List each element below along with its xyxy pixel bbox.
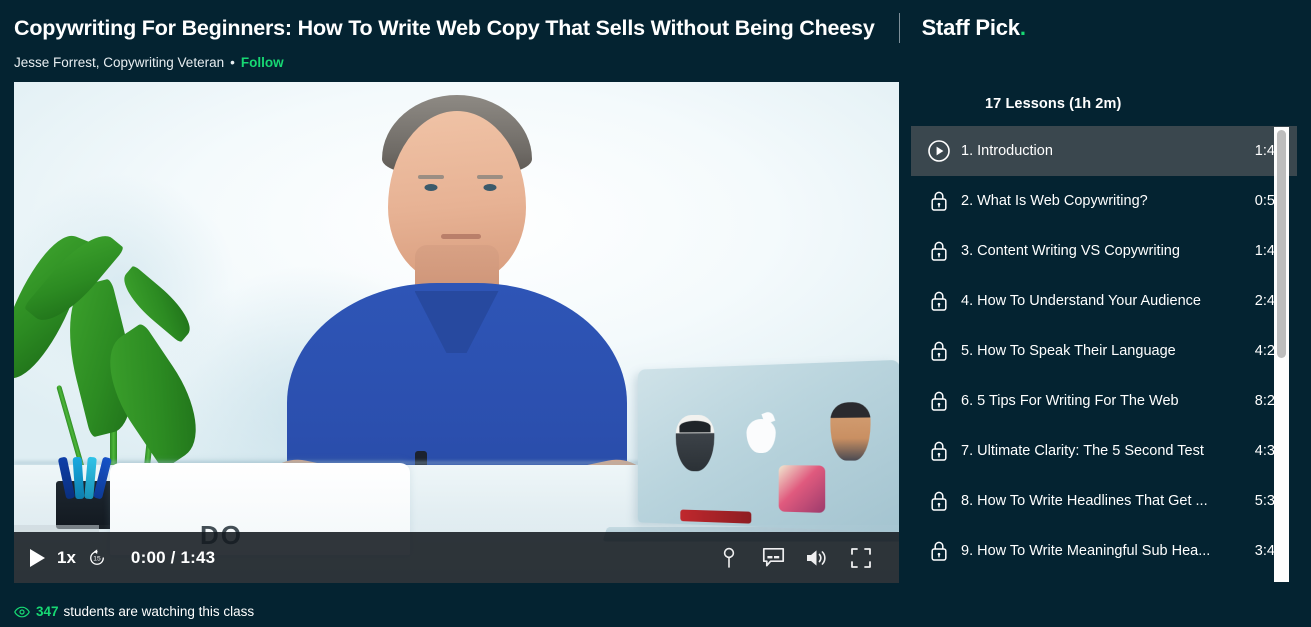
player-controls: 1x 15 0:00 / 1:43 [14, 532, 899, 583]
lock-icon [931, 241, 947, 261]
lesson-row[interactable]: 9. How To Write Meaningful Sub Hea... 3:… [911, 526, 1297, 576]
lesson-row[interactable]: 8. How To Write Headlines That Get ... 5… [911, 476, 1297, 526]
header-divider [898, 13, 900, 43]
main-content: DO 1x 15 0:00 / 1:43 [0, 82, 1311, 583]
lock-icon [931, 541, 947, 561]
apple-logo-icon [746, 419, 776, 454]
player-right-controls [717, 546, 873, 570]
lessons-scrollbar[interactable] [1274, 127, 1289, 582]
lesson-row[interactable]: 6. 5 Tips For Writing For The Web 8:26 [911, 376, 1297, 426]
lesson-row[interactable]: 5. How To Speak Their Language 4:27 [911, 326, 1297, 376]
timecode-display: 0:00 / 1:43 [130, 547, 216, 567]
follow-button[interactable]: Follow [241, 55, 284, 70]
playback-speed-button[interactable]: 1x [57, 548, 76, 568]
sticker-bearded-icon [675, 414, 715, 472]
captions-icon [762, 547, 784, 567]
volume-icon [807, 549, 826, 566]
lesson-status-icon [917, 189, 961, 213]
progress-bar[interactable] [14, 525, 899, 532]
lock-icon [931, 441, 947, 461]
lock-icon [931, 191, 947, 211]
lesson-title: 3. Content Writing VS Copywriting [961, 243, 1180, 259]
lesson-title: 5. How To Speak Their Language [961, 343, 1176, 359]
lesson-title: 4. How To Understand Your Audience [961, 293, 1201, 309]
lesson-title: 7. Ultimate Clarity: The 5 Second Test [961, 443, 1204, 459]
lesson-status-icon [917, 289, 961, 313]
sticker-red-icon [680, 509, 752, 524]
lesson-row[interactable]: 7. Ultimate Clarity: The 5 Second Test 4… [911, 426, 1297, 476]
staff-pick-badge: Staff Pick. [922, 15, 1026, 41]
play-circle-icon [928, 140, 950, 162]
lesson-title: 1. Introduction [961, 143, 1053, 159]
lock-icon [931, 491, 947, 511]
page-title: Copywriting For Beginners: How To Write … [14, 15, 875, 40]
captions-button[interactable] [761, 546, 785, 570]
lesson-title: 6. 5 Tips For Writing For The Web [961, 393, 1179, 409]
lesson-title: 9. How To Write Meaningful Sub Hea... [961, 543, 1211, 559]
lesson-status-icon [917, 339, 961, 363]
video-player[interactable]: DO 1x 15 0:00 / 1:43 [14, 82, 899, 583]
svg-text:15: 15 [93, 555, 101, 562]
staff-pick-label: Staff Pick [921, 15, 1020, 40]
lessons-summary: 17 Lessons (1h 2m) [985, 96, 1122, 112]
pin-button[interactable] [717, 546, 741, 570]
lesson-title: 8. How To Write Headlines That Get ... [961, 493, 1208, 509]
lock-icon [931, 291, 947, 311]
author-name: Jesse Forrest, Copywriting Veteran [14, 55, 225, 70]
lesson-status-icon [917, 239, 961, 263]
watching-text: students are watching this class [63, 604, 255, 619]
lesson-list[interactable]: 1. Introduction 1:43 2. What Is Web Copy… [911, 126, 1297, 579]
watching-status: 347 students are watching this class [14, 604, 254, 619]
laptop [585, 359, 899, 545]
byline: Jesse Forrest, Copywriting Veteran • Fol… [14, 55, 1297, 70]
byline-separator: • [230, 55, 235, 70]
lock-icon [931, 341, 947, 361]
play-icon [29, 548, 45, 567]
lesson-row[interactable]: 1. Introduction 1:43 [911, 126, 1297, 176]
rewind-15-button[interactable]: 15 [87, 548, 107, 568]
lesson-status-icon [917, 139, 961, 163]
lessons-panel: 17 Lessons (1h 2m) 1. Introduction 1:43 [911, 82, 1297, 583]
watching-count: 347 [36, 604, 59, 619]
lesson-status-icon [917, 389, 961, 413]
lesson-title: 2. What Is Web Copywriting? [961, 193, 1148, 209]
lesson-status-icon [917, 489, 961, 513]
lesson-status-icon [917, 439, 961, 463]
eye-icon [14, 606, 30, 618]
lock-icon [931, 391, 947, 411]
fullscreen-icon [851, 547, 871, 568]
scrollbar-thumb[interactable] [1277, 130, 1286, 358]
fullscreen-button[interactable] [849, 546, 873, 570]
video-frame: DO [14, 82, 899, 583]
lesson-row[interactable]: 2. What Is Web Copywriting? 0:57 [911, 176, 1297, 226]
page-header: Copywriting For Beginners: How To Write … [0, 0, 1311, 82]
lesson-status-icon [917, 539, 961, 563]
sticker-lady-icon [830, 401, 871, 461]
sticker-colorful-icon [779, 464, 826, 513]
volume-button[interactable] [805, 546, 829, 570]
play-button[interactable] [26, 547, 48, 569]
pen-cup [56, 456, 116, 529]
staff-pick-dot: . [1019, 15, 1026, 40]
title-row: Copywriting For Beginners: How To Write … [14, 13, 1297, 43]
pin-icon [723, 547, 735, 568]
progress-fill [14, 525, 99, 532]
lesson-row[interactable]: 3. Content Writing VS Copywriting 1:43 [911, 226, 1297, 276]
lesson-row[interactable]: 4. How To Understand Your Audience 2:41 [911, 276, 1297, 326]
rewind-15-icon: 15 [90, 548, 104, 565]
